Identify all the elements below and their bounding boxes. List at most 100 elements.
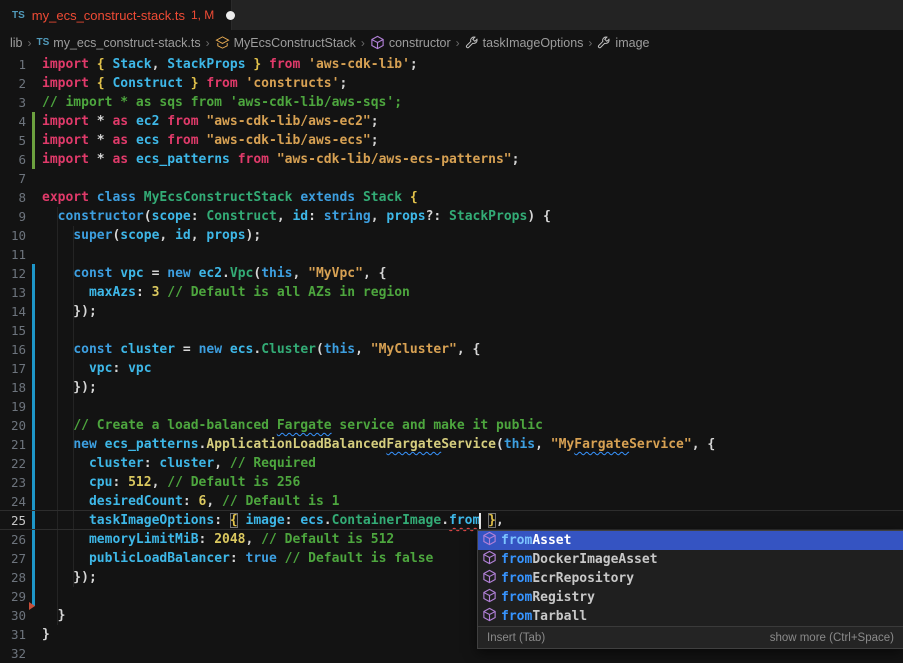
suggest-insert-hint: Insert (Tab): [487, 632, 545, 644]
line-number: 23: [0, 473, 26, 492]
breadcrumb-separator: ›: [588, 36, 592, 50]
git-deleted-marker: [29, 602, 35, 610]
git-modified-bar: [32, 397, 35, 416]
code-line-14[interactable]: 14 });: [0, 302, 903, 321]
gutter-spacer: [32, 188, 35, 207]
git-modified-bar: [32, 454, 35, 473]
tab-bar: TS my_ecs_construct-stack.ts 1, M: [0, 0, 903, 30]
git-added-bar: [32, 131, 35, 150]
git-modified-bar: [32, 264, 35, 283]
tab-filename: my_ecs_construct-stack.ts: [32, 8, 185, 23]
breadcrumb-separator: ›: [28, 36, 32, 50]
code-line-16[interactable]: 16 const cluster = new ecs.Cluster(this,…: [0, 340, 903, 359]
code-line-8[interactable]: 8export class MyEcsConstructStack extend…: [0, 188, 903, 207]
code-text: import { Construct } from 'constructs';: [42, 74, 347, 93]
code-line-7[interactable]: 7: [0, 169, 903, 188]
line-number: 10: [0, 226, 26, 245]
code-line-13[interactable]: 13 maxAzs: 3 // Default is all AZs in re…: [0, 283, 903, 302]
git-modified-bar: [32, 511, 35, 530]
git-modified-bar: [32, 473, 35, 492]
code-text: const vpc = new ec2.Vpc(this, "MyVpc", {: [42, 264, 386, 283]
git-modified-bar: [32, 492, 35, 511]
code-line-3[interactable]: 3// import * as sqs from 'aws-cdk-lib/aw…: [0, 93, 903, 112]
code-line-23[interactable]: 23 cpu: 512, // Default is 256: [0, 473, 903, 492]
code-line-15[interactable]: 15: [0, 321, 903, 340]
code-line-12[interactable]: 12 const vpc = new ec2.Vpc(this, "MyVpc"…: [0, 264, 903, 283]
code-text: import { Stack, StackProps } from 'aws-c…: [42, 55, 418, 74]
code-line-5[interactable]: 5import * as ecs from "aws-cdk-lib/aws-e…: [0, 131, 903, 150]
breadcrumb-item-constructor[interactable]: constructor: [370, 35, 451, 50]
code-editor[interactable]: 1import { Stack, StackProps } from 'aws-…: [0, 55, 903, 663]
code-line-9[interactable]: 9 constructor(scope: Construct, id: stri…: [0, 207, 903, 226]
code-line-21[interactable]: 21 new ecs_patterns.ApplicationLoadBalan…: [0, 435, 903, 454]
wrench-property-icon: [597, 36, 611, 50]
code-line-20[interactable]: 20 // Create a load-balanced Fargate ser…: [0, 416, 903, 435]
code-line-6[interactable]: 6import * as ecs_patterns from "aws-cdk-…: [0, 150, 903, 169]
line-number: 27: [0, 549, 26, 568]
suggestion-rest-text: EcrRepository: [532, 571, 634, 586]
suggestion-fromEcrRepository[interactable]: fromEcrRepository: [478, 569, 903, 588]
breadcrumb: lib › TSmy_ecs_construct-stack.ts › MyEcsCon…: [0, 30, 903, 55]
code-line-25[interactable]: 25 taskImageOptions: { image: ecs.Contai…: [0, 511, 903, 530]
line-number: 32: [0, 644, 26, 663]
suggestion-fromTarball[interactable]: fromTarball: [478, 607, 903, 626]
breadcrumb-item-myecsconstructstack[interactable]: MyEcsConstructStack: [215, 35, 356, 50]
symbol-method-icon: [482, 531, 497, 550]
suggest-status-bar: Insert (Tab) show more (Ctrl+Space): [478, 626, 903, 648]
line-number: 3: [0, 93, 26, 112]
code-line-10[interactable]: 10 super(scope, id, props);: [0, 226, 903, 245]
line-number: 13: [0, 283, 26, 302]
suggestion-match-text: from: [501, 609, 532, 624]
code-line-1[interactable]: 1import { Stack, StackProps } from 'aws-…: [0, 55, 903, 74]
line-number: 26: [0, 530, 26, 549]
code-line-4[interactable]: 4 import * as ec2 from "aws-cdk-lib/aws-e…: [0, 112, 903, 131]
breadcrumb-label: MyEcsConstructStack: [234, 36, 356, 50]
line-number: 9: [0, 207, 26, 226]
typescript-file-icon: TS: [12, 10, 25, 21]
breadcrumb-item-image[interactable]: image: [597, 36, 649, 50]
line-number: 17: [0, 359, 26, 378]
code-line-22[interactable]: 22 cluster: cluster, // Required: [0, 454, 903, 473]
git-modified-bar: [32, 416, 35, 435]
unsaved-changes-dot[interactable]: [226, 11, 235, 20]
breadcrumb-item-my-ecs-construct-stack-ts[interactable]: TSmy_ecs_construct-stack.ts: [37, 36, 201, 50]
suggestion-fromRegistry[interactable]: fromRegistry: [478, 588, 903, 607]
suggest-show-more-hint[interactable]: show more (Ctrl+Space): [770, 632, 894, 644]
gutter-spacer: [32, 625, 35, 644]
breadcrumb-label: lib: [10, 36, 23, 50]
suggestion-rest-text: Asset: [532, 533, 571, 548]
code-text: desiredCount: 6, // Default is 1: [42, 492, 339, 511]
tab-my-ecs-construct-stack[interactable]: TS my_ecs_construct-stack.ts 1, M: [0, 0, 232, 30]
git-modified-bar: [32, 549, 35, 568]
code-line-11[interactable]: 11: [0, 245, 903, 264]
code-line-18[interactable]: 18 });: [0, 378, 903, 397]
breadcrumb-item-taskimageoptions[interactable]: taskImageOptions: [465, 36, 584, 50]
gutter-spacer: [32, 55, 35, 74]
git-modified-bar: [32, 359, 35, 378]
gutter-spacer: [32, 74, 35, 93]
line-number: 22: [0, 454, 26, 473]
code-line-24[interactable]: 24 desiredCount: 6, // Default is 1: [0, 492, 903, 511]
code-text: constructor(scope: Construct, id: string…: [42, 207, 551, 226]
code-text: cluster: cluster, // Required: [42, 454, 316, 473]
breadcrumb-item-lib[interactable]: lib: [10, 36, 23, 50]
code-line-19[interactable]: 19: [0, 397, 903, 416]
code-text: publicLoadBalancer: true // Default is f…: [42, 549, 433, 568]
line-number: 4: [0, 112, 26, 131]
git-modified-bar: [32, 340, 35, 359]
gutter-spacer: [32, 207, 35, 226]
line-number: 2: [0, 74, 26, 93]
breadcrumb-separator: ›: [361, 36, 365, 50]
code-text: maxAzs: 3 // Default is all AZs in regio…: [42, 283, 410, 302]
gutter-spacer: [32, 169, 35, 188]
symbol-class-icon: [215, 35, 230, 50]
code-line-2[interactable]: 2 import { Construct } from 'constructs';: [0, 74, 903, 93]
code-text: }: [42, 625, 50, 644]
gutter-spacer: [32, 245, 35, 264]
suggestion-fromDockerImageAsset[interactable]: fromDockerImageAsset: [478, 550, 903, 569]
code-line-17[interactable]: 17 vpc: vpc: [0, 359, 903, 378]
code-text: }: [42, 606, 65, 625]
code-text: import * as ec2 from "aws-cdk-lib/aws-ec…: [42, 112, 379, 131]
suggestion-fromAsset[interactable]: fromAsset: [478, 531, 903, 550]
line-number: 14: [0, 302, 26, 321]
